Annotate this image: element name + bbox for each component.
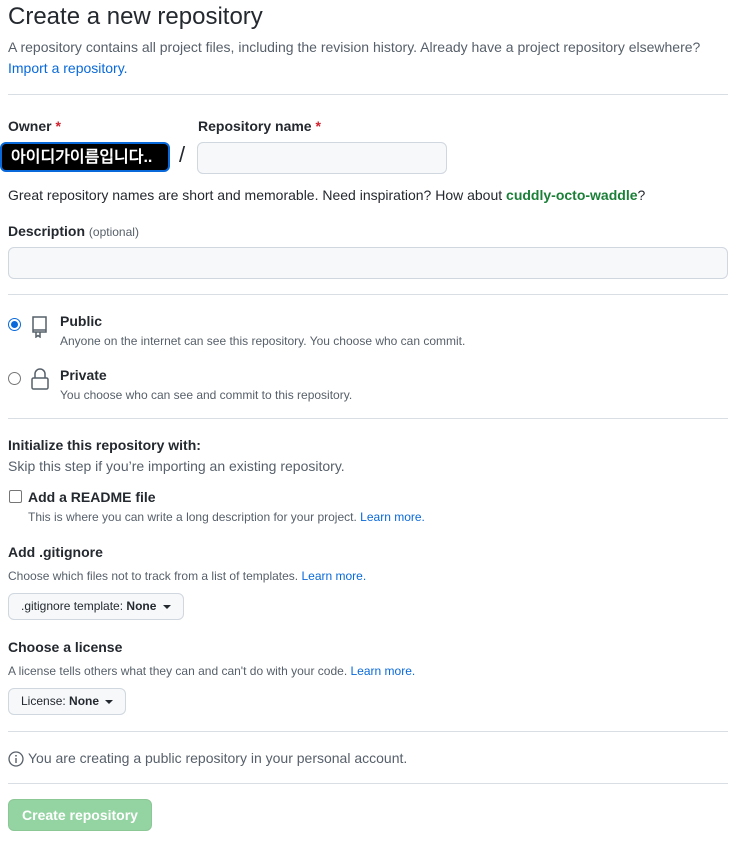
- description-label-text: Description: [8, 223, 86, 239]
- name-hint-text: Great repository names are short and mem…: [8, 187, 503, 203]
- name-hint: Great repository names are short and mem…: [8, 187, 645, 203]
- repo-icon: [30, 314, 50, 343]
- divider: [8, 783, 728, 784]
- owner-label-text: Owner: [8, 118, 52, 134]
- gitignore-heading: Add .gitignore: [8, 544, 103, 560]
- license-button[interactable]: License: None: [8, 688, 127, 715]
- owner-repo-separator: /: [179, 142, 186, 167]
- divider: [8, 94, 728, 95]
- caret-down-icon: [105, 699, 114, 704]
- description-input[interactable]: [8, 247, 728, 279]
- private-description: You choose who can see and commit to thi…: [60, 388, 353, 402]
- license-description-text: A license tells others what they can and…: [8, 664, 348, 678]
- private-radio[interactable]: [8, 372, 21, 385]
- init-heading: Initialize this repository with:: [8, 437, 201, 453]
- private-label[interactable]: Private: [60, 367, 107, 383]
- readme-description-text: This is where you can write a long descr…: [28, 510, 357, 524]
- divider: [8, 418, 728, 419]
- gitignore-learn-more-link[interactable]: Learn more.: [301, 569, 366, 583]
- public-description: Anyone on the internet can see this repo…: [60, 334, 466, 348]
- name-suggestion[interactable]: cuddly-octo-waddle: [506, 187, 637, 203]
- gitignore-button-prefix: .gitignore template:: [21, 599, 124, 613]
- repository-name-label-text: Repository name: [198, 118, 312, 134]
- readme-description: This is where you can write a long descr…: [28, 510, 425, 524]
- public-notice: You are creating a public repository in …: [28, 750, 408, 766]
- owner-label: Owner *: [8, 118, 61, 134]
- public-label[interactable]: Public: [60, 313, 102, 329]
- description-optional: (optional): [88, 225, 139, 239]
- readme-learn-more-link[interactable]: Learn more.: [360, 510, 425, 524]
- license-learn-more-link[interactable]: Learn more.: [351, 664, 416, 678]
- license-button-value: None: [69, 694, 100, 708]
- license-heading: Choose a license: [8, 639, 123, 655]
- description-label: Description (optional): [8, 223, 139, 239]
- owner-required-mark: *: [55, 118, 61, 134]
- page-subtitle: A repository contains all project files,…: [8, 37, 728, 79]
- repository-name-label: Repository name *: [198, 118, 321, 134]
- divider: [8, 731, 728, 732]
- license-description: A license tells others what they can and…: [8, 664, 415, 678]
- readme-checkbox[interactable]: [9, 490, 22, 503]
- divider: [8, 294, 728, 295]
- public-radio[interactable]: [8, 318, 21, 331]
- create-repository-button[interactable]: Create repository: [8, 799, 152, 831]
- caret-down-icon: [162, 604, 171, 609]
- license-button-prefix: License:: [21, 694, 66, 708]
- gitignore-description-text: Choose which files not to track from a l…: [8, 569, 299, 583]
- init-subtext: Skip this step if you’re importing an ex…: [8, 458, 345, 474]
- repository-name-required-mark: *: [315, 118, 321, 134]
- owner-select[interactable]: 아이디가이름입니다..: [0, 142, 170, 172]
- gitignore-description: Choose which files not to track from a l…: [8, 569, 366, 583]
- repository-name-input[interactable]: [197, 142, 447, 174]
- gitignore-button-value: None: [126, 599, 157, 613]
- subtitle-text: A repository contains all project files,…: [8, 39, 701, 55]
- info-icon: [8, 751, 24, 772]
- readme-label[interactable]: Add a README file: [28, 489, 156, 505]
- gitignore-template-button[interactable]: .gitignore template: None: [8, 593, 184, 620]
- lock-icon: [30, 367, 50, 396]
- page-title: Create a new repository: [8, 3, 263, 30]
- name-hint-suffix: ?: [637, 187, 646, 203]
- import-repository-link[interactable]: Import a repository.: [8, 60, 128, 76]
